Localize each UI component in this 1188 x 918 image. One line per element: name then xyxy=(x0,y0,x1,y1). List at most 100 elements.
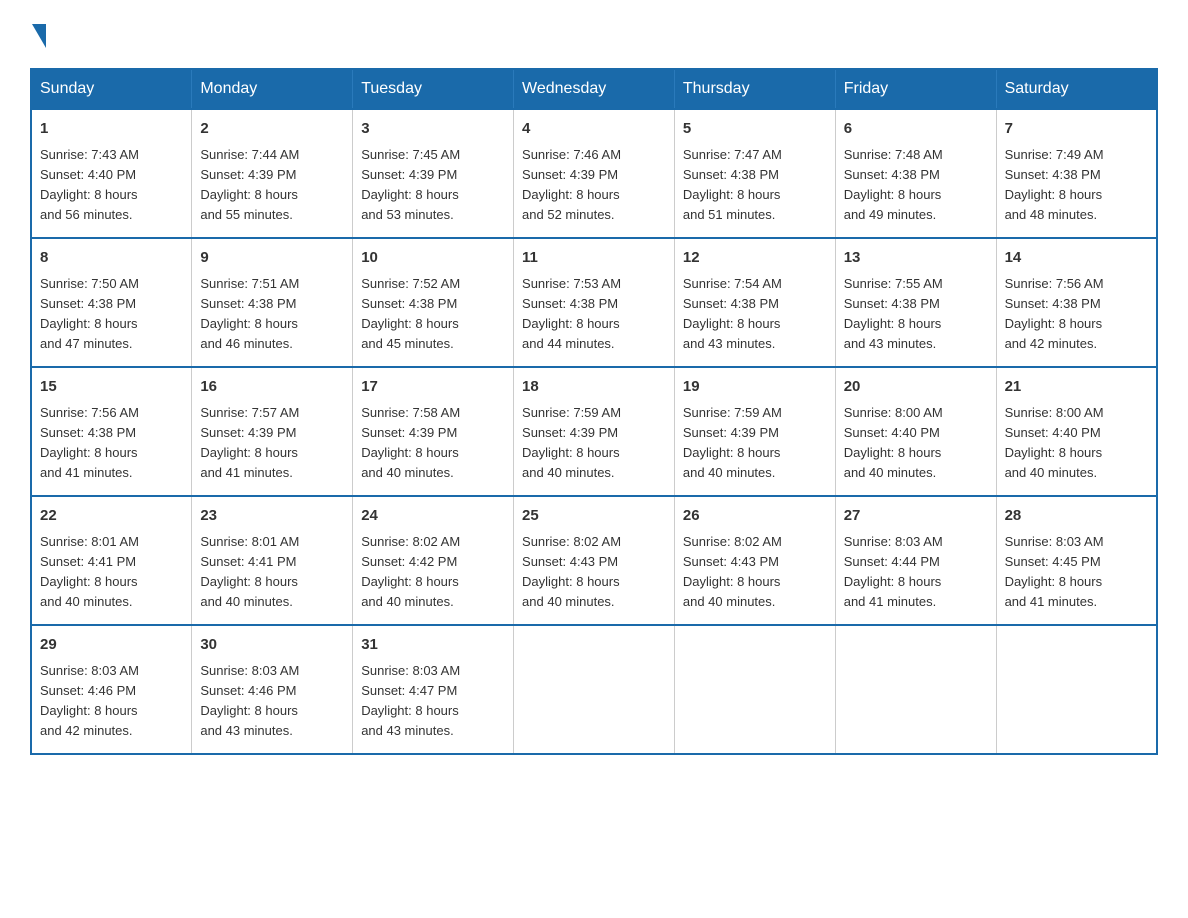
calendar-cell: 12 Sunrise: 7:54 AMSunset: 4:38 PMDaylig… xyxy=(674,238,835,367)
day-info: Sunrise: 8:00 AMSunset: 4:40 PMDaylight:… xyxy=(844,405,943,480)
day-number: 1 xyxy=(40,118,183,141)
day-number: 5 xyxy=(683,118,827,141)
day-info: Sunrise: 7:59 AMSunset: 4:39 PMDaylight:… xyxy=(522,405,621,480)
week-row: 1 Sunrise: 7:43 AMSunset: 4:40 PMDayligh… xyxy=(31,109,1157,238)
calendar-cell: 25 Sunrise: 8:02 AMSunset: 4:43 PMDaylig… xyxy=(514,496,675,625)
calendar-cell: 4 Sunrise: 7:46 AMSunset: 4:39 PMDayligh… xyxy=(514,109,675,238)
day-number: 30 xyxy=(200,634,344,657)
calendar-cell: 27 Sunrise: 8:03 AMSunset: 4:44 PMDaylig… xyxy=(835,496,996,625)
calendar-cell: 22 Sunrise: 8:01 AMSunset: 4:41 PMDaylig… xyxy=(31,496,192,625)
calendar-cell: 26 Sunrise: 8:02 AMSunset: 4:43 PMDaylig… xyxy=(674,496,835,625)
day-number: 8 xyxy=(40,247,183,270)
day-info: Sunrise: 7:56 AMSunset: 4:38 PMDaylight:… xyxy=(1005,276,1104,351)
day-of-week-saturday: Saturday xyxy=(996,69,1157,109)
day-number: 18 xyxy=(522,376,666,399)
day-number: 6 xyxy=(844,118,988,141)
calendar-body: 1 Sunrise: 7:43 AMSunset: 4:40 PMDayligh… xyxy=(31,109,1157,754)
day-info: Sunrise: 8:02 AMSunset: 4:42 PMDaylight:… xyxy=(361,534,460,609)
calendar-cell: 31 Sunrise: 8:03 AMSunset: 4:47 PMDaylig… xyxy=(353,625,514,754)
day-number: 31 xyxy=(361,634,505,657)
calendar-cell xyxy=(835,625,996,754)
day-info: Sunrise: 8:01 AMSunset: 4:41 PMDaylight:… xyxy=(200,534,299,609)
day-info: Sunrise: 8:03 AMSunset: 4:45 PMDaylight:… xyxy=(1005,534,1104,609)
day-info: Sunrise: 7:58 AMSunset: 4:39 PMDaylight:… xyxy=(361,405,460,480)
day-info: Sunrise: 8:03 AMSunset: 4:47 PMDaylight:… xyxy=(361,663,460,738)
day-of-week-monday: Monday xyxy=(192,69,353,109)
day-info: Sunrise: 7:46 AMSunset: 4:39 PMDaylight:… xyxy=(522,147,621,222)
day-of-week-thursday: Thursday xyxy=(674,69,835,109)
day-info: Sunrise: 8:01 AMSunset: 4:41 PMDaylight:… xyxy=(40,534,139,609)
day-number: 7 xyxy=(1005,118,1148,141)
calendar-cell: 24 Sunrise: 8:02 AMSunset: 4:42 PMDaylig… xyxy=(353,496,514,625)
day-number: 17 xyxy=(361,376,505,399)
calendar-cell: 8 Sunrise: 7:50 AMSunset: 4:38 PMDayligh… xyxy=(31,238,192,367)
calendar-cell: 9 Sunrise: 7:51 AMSunset: 4:38 PMDayligh… xyxy=(192,238,353,367)
day-number: 11 xyxy=(522,247,666,270)
day-info: Sunrise: 7:45 AMSunset: 4:39 PMDaylight:… xyxy=(361,147,460,222)
calendar-cell: 14 Sunrise: 7:56 AMSunset: 4:38 PMDaylig… xyxy=(996,238,1157,367)
day-of-week-wednesday: Wednesday xyxy=(514,69,675,109)
day-info: Sunrise: 7:54 AMSunset: 4:38 PMDaylight:… xyxy=(683,276,782,351)
day-info: Sunrise: 8:03 AMSunset: 4:46 PMDaylight:… xyxy=(40,663,139,738)
calendar-header: SundayMondayTuesdayWednesdayThursdayFrid… xyxy=(31,69,1157,109)
calendar-cell: 30 Sunrise: 8:03 AMSunset: 4:46 PMDaylig… xyxy=(192,625,353,754)
calendar-cell: 15 Sunrise: 7:56 AMSunset: 4:38 PMDaylig… xyxy=(31,367,192,496)
day-number: 4 xyxy=(522,118,666,141)
calendar-cell: 6 Sunrise: 7:48 AMSunset: 4:38 PMDayligh… xyxy=(835,109,996,238)
calendar-cell: 18 Sunrise: 7:59 AMSunset: 4:39 PMDaylig… xyxy=(514,367,675,496)
calendar-cell: 23 Sunrise: 8:01 AMSunset: 4:41 PMDaylig… xyxy=(192,496,353,625)
calendar-cell: 28 Sunrise: 8:03 AMSunset: 4:45 PMDaylig… xyxy=(996,496,1157,625)
calendar-cell xyxy=(514,625,675,754)
day-number: 28 xyxy=(1005,505,1148,528)
day-info: Sunrise: 7:50 AMSunset: 4:38 PMDaylight:… xyxy=(40,276,139,351)
calendar-cell: 7 Sunrise: 7:49 AMSunset: 4:38 PMDayligh… xyxy=(996,109,1157,238)
page-header xyxy=(30,20,1158,48)
week-row: 8 Sunrise: 7:50 AMSunset: 4:38 PMDayligh… xyxy=(31,238,1157,367)
day-number: 19 xyxy=(683,376,827,399)
logo xyxy=(30,20,46,48)
day-number: 27 xyxy=(844,505,988,528)
calendar-cell xyxy=(996,625,1157,754)
calendar-cell: 21 Sunrise: 8:00 AMSunset: 4:40 PMDaylig… xyxy=(996,367,1157,496)
day-info: Sunrise: 7:48 AMSunset: 4:38 PMDaylight:… xyxy=(844,147,943,222)
calendar-cell: 16 Sunrise: 7:57 AMSunset: 4:39 PMDaylig… xyxy=(192,367,353,496)
day-info: Sunrise: 7:59 AMSunset: 4:39 PMDaylight:… xyxy=(683,405,782,480)
calendar-cell: 5 Sunrise: 7:47 AMSunset: 4:38 PMDayligh… xyxy=(674,109,835,238)
day-number: 24 xyxy=(361,505,505,528)
day-info: Sunrise: 7:51 AMSunset: 4:38 PMDaylight:… xyxy=(200,276,299,351)
calendar-cell: 3 Sunrise: 7:45 AMSunset: 4:39 PMDayligh… xyxy=(353,109,514,238)
day-info: Sunrise: 8:00 AMSunset: 4:40 PMDaylight:… xyxy=(1005,405,1104,480)
day-info: Sunrise: 8:02 AMSunset: 4:43 PMDaylight:… xyxy=(522,534,621,609)
day-number: 10 xyxy=(361,247,505,270)
day-number: 13 xyxy=(844,247,988,270)
calendar-cell: 19 Sunrise: 7:59 AMSunset: 4:39 PMDaylig… xyxy=(674,367,835,496)
day-number: 9 xyxy=(200,247,344,270)
day-number: 3 xyxy=(361,118,505,141)
day-info: Sunrise: 7:56 AMSunset: 4:38 PMDaylight:… xyxy=(40,405,139,480)
logo-triangle-icon xyxy=(32,24,46,48)
calendar-cell: 1 Sunrise: 7:43 AMSunset: 4:40 PMDayligh… xyxy=(31,109,192,238)
calendar-cell: 29 Sunrise: 8:03 AMSunset: 4:46 PMDaylig… xyxy=(31,625,192,754)
day-info: Sunrise: 8:03 AMSunset: 4:46 PMDaylight:… xyxy=(200,663,299,738)
day-info: Sunrise: 8:03 AMSunset: 4:44 PMDaylight:… xyxy=(844,534,943,609)
calendar-cell: 10 Sunrise: 7:52 AMSunset: 4:38 PMDaylig… xyxy=(353,238,514,367)
day-info: Sunrise: 7:57 AMSunset: 4:39 PMDaylight:… xyxy=(200,405,299,480)
calendar-cell xyxy=(674,625,835,754)
calendar-cell: 2 Sunrise: 7:44 AMSunset: 4:39 PMDayligh… xyxy=(192,109,353,238)
week-row: 15 Sunrise: 7:56 AMSunset: 4:38 PMDaylig… xyxy=(31,367,1157,496)
day-info: Sunrise: 7:55 AMSunset: 4:38 PMDaylight:… xyxy=(844,276,943,351)
calendar-cell: 13 Sunrise: 7:55 AMSunset: 4:38 PMDaylig… xyxy=(835,238,996,367)
day-info: Sunrise: 7:49 AMSunset: 4:38 PMDaylight:… xyxy=(1005,147,1104,222)
day-info: Sunrise: 7:52 AMSunset: 4:38 PMDaylight:… xyxy=(361,276,460,351)
week-row: 29 Sunrise: 8:03 AMSunset: 4:46 PMDaylig… xyxy=(31,625,1157,754)
day-info: Sunrise: 7:44 AMSunset: 4:39 PMDaylight:… xyxy=(200,147,299,222)
day-info: Sunrise: 7:43 AMSunset: 4:40 PMDaylight:… xyxy=(40,147,139,222)
day-of-week-sunday: Sunday xyxy=(31,69,192,109)
day-number: 21 xyxy=(1005,376,1148,399)
calendar-table: SundayMondayTuesdayWednesdayThursdayFrid… xyxy=(30,68,1158,755)
day-number: 22 xyxy=(40,505,183,528)
calendar-cell: 20 Sunrise: 8:00 AMSunset: 4:40 PMDaylig… xyxy=(835,367,996,496)
day-info: Sunrise: 7:47 AMSunset: 4:38 PMDaylight:… xyxy=(683,147,782,222)
day-number: 14 xyxy=(1005,247,1148,270)
week-row: 22 Sunrise: 8:01 AMSunset: 4:41 PMDaylig… xyxy=(31,496,1157,625)
